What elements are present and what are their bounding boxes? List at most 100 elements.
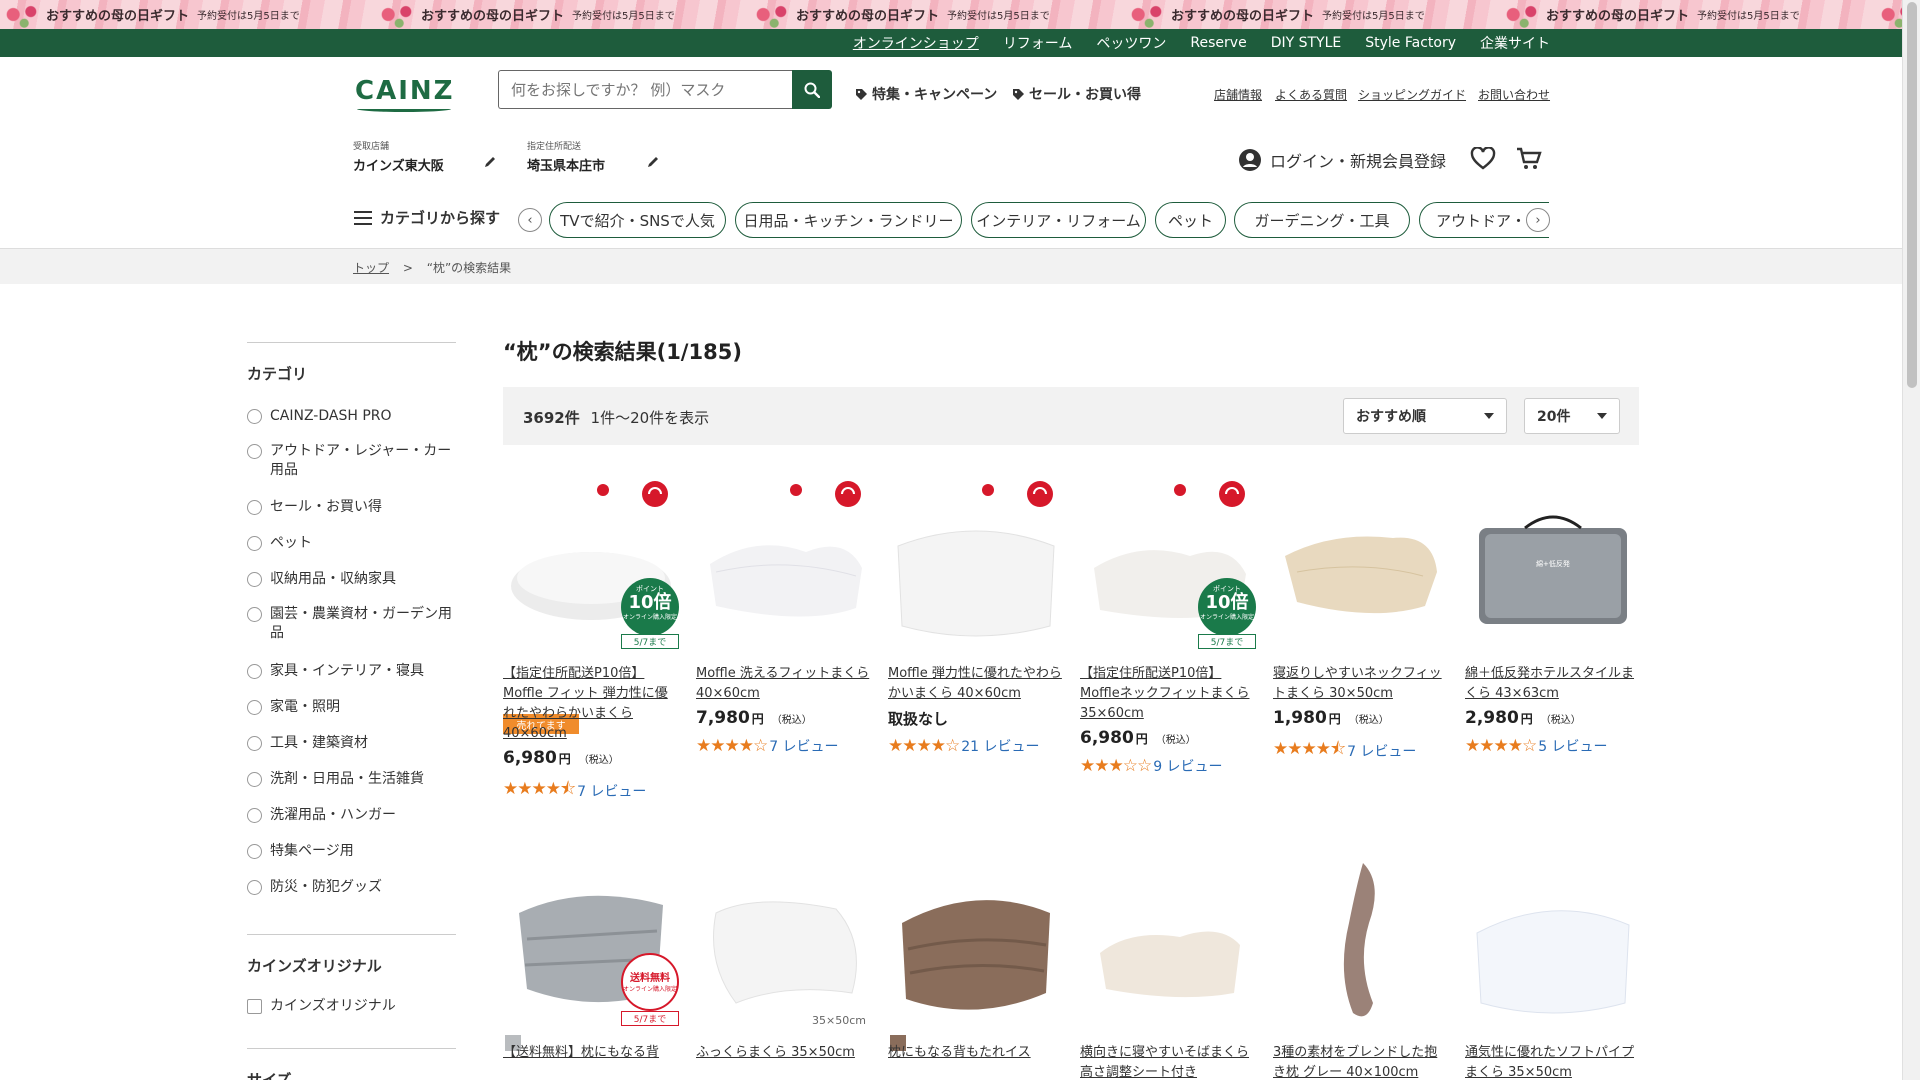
product-card[interactable]: 寝返りしやすいネックフィットまくら 30×50cm 1,980 円（税込） ★★★★⯪… [1273,476,1449,760]
category-filter-item[interactable]: 家電・照明 [247,698,462,717]
edit-pencil-icon[interactable] [646,155,660,169]
radio-button[interactable] [247,736,262,751]
chevron-left-icon[interactable]: ‹ [518,208,542,232]
product-image[interactable] [1080,853,1256,1029]
sort-select[interactable]: おすすめ順 [1343,398,1507,434]
category-filter-item[interactable]: アウトドア・レジャー・カー用品 [247,442,462,480]
product-image[interactable] [888,853,1064,1029]
topnav-item[interactable]: DIY STYLE [1271,35,1342,51]
product-card[interactable]: ポイント 10倍 オンライン購入限定 5/7まで 売れてます 【指定住所配送P10倍】Mo… [503,476,679,800]
search-button[interactable] [792,70,832,109]
product-image[interactable]: 35×50cm [696,853,872,1029]
product-image[interactable]: ポイント 10倍 オンライン購入限定 5/7まで [1080,476,1256,652]
category-filter-item[interactable]: 家具・インテリア・寝具 [247,662,462,681]
promo-tile[interactable]: おすすめの母の日ギフト予約受付は5月5日まで [1125,0,1500,29]
page-scrollbar[interactable] [1902,0,1920,1080]
product-name[interactable]: ふっくらまくら 35×50cm [696,1043,872,1063]
edit-pencil-icon[interactable] [483,155,497,169]
category-filter-item[interactable]: 工具・建築資材 [247,734,462,753]
category-filter-item[interactable]: 洗剤・日用品・生活雑貨 [247,770,462,789]
product-card[interactable]: 横向きに寝やすいそばまくら 高さ調整シート付き [1080,853,1256,1080]
cainz-logo[interactable]: CAINZ [355,76,455,112]
sale-link[interactable]: セール・お買い得 [1012,84,1141,104]
topnav-item[interactable]: Reserve [1190,35,1246,51]
category-filter-item[interactable]: 洗濯用品・ハンガー [247,806,462,825]
radio-button[interactable] [247,772,262,787]
radio-button[interactable] [247,536,262,551]
product-name[interactable]: 横向きに寝やすいそばまくら 高さ調整シート付き [1080,1043,1256,1080]
promo-tile[interactable]: おすすめの母の日ギフト予約受付は5月5日まで [375,0,750,29]
category-filter-item[interactable]: ペット [247,534,462,553]
topnav-item[interactable]: Style Factory [1365,35,1456,51]
product-rating[interactable]: ★★★★☆ 21 レビュー [888,736,1039,756]
login-link[interactable]: ログイン・新規会員登録 [1238,148,1446,172]
promo-tile[interactable]: おすすめの母の日ギフト予約受付は5月5日まで [1875,0,1902,29]
product-name[interactable]: Moffle 洗えるフィットまくら 40×60cm [696,664,872,704]
product-name[interactable]: 【送料無料】枕にもなる背 [503,1043,679,1063]
breadcrumb-home[interactable]: トップ [353,261,389,275]
review-count-link[interactable]: 7 レビュー [769,736,838,756]
product-rating[interactable]: ★★★☆☆ 9 レビュー [1080,756,1223,776]
product-card[interactable]: 送料無料 オンライン購入限定 5/7まで【送料無料】枕にもなる背 [503,853,679,1080]
promo-tile[interactable]: おすすめの母の日ギフト予約受付は5月5日まで [750,0,1125,29]
scrollbar-thumb[interactable] [1907,2,1917,388]
topnav-item[interactable]: 企業サイト [1480,33,1550,53]
category-pill[interactable]: TVで紹介・SNSで人気 [549,202,726,238]
product-image[interactable] [1465,853,1641,1029]
pickup-store[interactable]: 受取店舗 カインズ東大阪 [353,139,444,174]
category-pill[interactable]: 日用品・キッチン・ランドリー [735,202,962,238]
review-count-link[interactable]: 9 レビュー [1153,756,1222,776]
product-image[interactable]: 送料無料 オンライン購入限定 5/7まで [503,853,679,1029]
radio-button[interactable] [247,444,262,459]
util-link-faq[interactable]: よくある質問 [1275,86,1347,103]
topnav-item[interactable]: オンラインショップ [853,33,979,53]
radio-button[interactable] [247,409,262,424]
topnav-item[interactable]: リフォーム [1003,33,1073,53]
review-count-link[interactable]: 7 レビュー [1347,741,1416,761]
product-name[interactable]: 【指定住所配送P10倍】Moffle フィット 弾力性に優れたやわらかいまくら … [503,664,679,744]
product-name[interactable]: 枕にもなる背もたれイス [888,1043,1064,1063]
review-count-link[interactable]: 5 レビュー [1538,736,1607,756]
radio-button[interactable] [247,607,262,622]
features-link[interactable]: 特集・キャンペーン [855,84,997,104]
product-image[interactable]: 綿+低反発 [1465,476,1641,652]
cart-icon[interactable] [1516,147,1542,171]
category-filter-item[interactable]: 収納用品・収納家具 [247,570,462,589]
radio-button[interactable] [247,844,262,859]
filter-original[interactable]: カインズオリジナル [247,997,462,1016]
radio-button[interactable] [247,700,262,715]
category-pill[interactable]: ガーデニング・工具 [1234,202,1410,238]
product-card[interactable]: 35×50cmふっくらまくら 35×50cm498円（税込） [696,853,872,1080]
category-filter-item[interactable]: 特集ページ用 [247,842,462,861]
category-pill[interactable]: ペット [1155,202,1226,238]
radio-button[interactable] [247,572,262,587]
product-name[interactable]: 通気性に優れたソフトパイプまくら 35×50cm [1465,1043,1641,1080]
product-image[interactable]: ポイント 10倍 オンライン購入限定 5/7まで [503,476,679,652]
radio-button[interactable] [247,500,262,515]
util-link-contact[interactable]: お問い合わせ [1478,86,1550,103]
promo-tile[interactable]: おすすめの母の日ギフト予約受付は5月5日まで [1500,0,1875,29]
heart-icon[interactable] [1470,147,1496,171]
checkbox[interactable] [247,999,262,1014]
category-pill[interactable]: インテリア・リフォーム [971,202,1146,238]
product-card[interactable]: Moffle 弾力性に優れたやわらかいまくら 40×60cm 取扱なし ★★★★☆ 2… [888,476,1064,756]
category-filter-item[interactable]: CAINZ-DASH PRO [247,407,462,426]
util-link-shopping-guide[interactable]: ショッピングガイド [1358,86,1466,103]
review-count-link[interactable]: 7 レビュー [577,781,646,801]
product-image[interactable] [1273,476,1449,652]
radio-button[interactable] [247,808,262,823]
util-link-store-info[interactable]: 店舗情報 [1214,86,1262,103]
radio-button[interactable] [247,664,262,679]
product-card[interactable]: ポイント 10倍 オンライン購入限定 5/7まで【指定住所配送P10倍】Moffleネ… [1080,476,1256,776]
product-rating[interactable]: ★★★★⯪ 7 レビュー [1273,736,1416,765]
promo-tile[interactable]: おすすめの母の日ギフト予約受付は5月5日まで [0,0,375,29]
category-filter-item[interactable]: 防災・防犯グッズ [247,878,462,897]
product-card[interactable]: 枕にもなる背もたれイス [888,853,1064,1080]
product-image[interactable] [1273,853,1449,1029]
product-name[interactable]: 【指定住所配送P10倍】Moffleネックフィットまくら 35×60cm [1080,664,1256,724]
product-name[interactable]: 3種の素材をブレンドした抱き枕 グレー 40×100cm [1273,1043,1449,1080]
category-filter-item[interactable]: セール・お買い得 [247,498,462,517]
product-rating[interactable]: ★★★★☆ 7 レビュー [696,736,839,756]
product-card[interactable]: 綿+低反発 綿＋低反発ホテルスタイルまくら 43×63cm 2,980 円（税込） ★★… [1465,476,1641,756]
category-menu-button[interactable]: カテゴリから探す [354,207,500,228]
